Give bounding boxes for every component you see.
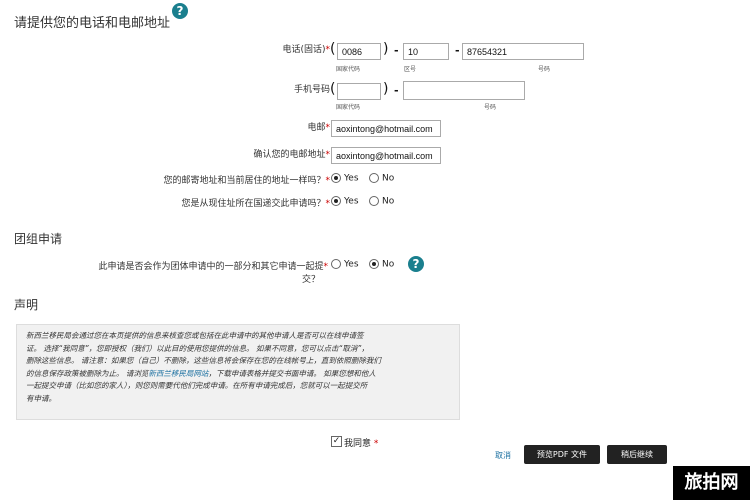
phone-number-input[interactable] bbox=[462, 43, 584, 60]
sub-area-code: 区号 bbox=[404, 66, 417, 73]
declaration-line: 一起提交申请（比如您的家人），则您则需要代他们完成申请。在所有申请完成后，您就可… bbox=[26, 381, 368, 390]
declaration-line: 删除这些信息。 请注意：如果您（自己）不删除，这些信息将会保存在您的在线帐号上，… bbox=[26, 356, 381, 365]
area-code-input[interactable] bbox=[403, 43, 449, 60]
group-help-icon[interactable]: ? bbox=[408, 256, 424, 272]
group-question-line2: 交？ bbox=[302, 275, 321, 285]
phone-label: 电话(固话)* bbox=[282, 45, 330, 55]
radio-icon bbox=[369, 196, 379, 206]
radio-icon bbox=[369, 173, 379, 183]
open-paren: ( bbox=[330, 41, 336, 57]
declaration-line: 的信息保存政策被删除为止。 请浏览新西兰移民局网站，下载申请表格并提交书面申请。… bbox=[26, 368, 376, 378]
radio-selected-icon bbox=[331, 173, 341, 183]
cancel-link[interactable]: 取消 bbox=[495, 450, 511, 461]
declaration-line: 有申请。 bbox=[26, 393, 56, 403]
mobile-sub-country: 国家代码 bbox=[336, 104, 361, 111]
confirm-email-label: 确认您的电邮地址* bbox=[253, 150, 330, 160]
group-section-title: 团组申请 bbox=[14, 232, 63, 246]
close-paren: ) bbox=[383, 41, 389, 57]
agree-label: 我同意 * bbox=[344, 439, 379, 449]
sub-country-code: 国家代码 bbox=[336, 66, 361, 73]
group-question-line1: 此申请是否会作为团体申请中的一部分和其它申请一起提* bbox=[98, 262, 328, 272]
page-title: 请提供您的电话和电邮地址 bbox=[14, 16, 171, 31]
save-continue-button[interactable]: 稍后继续 bbox=[607, 445, 667, 464]
sub-number: 号码 bbox=[538, 66, 551, 73]
residence-no[interactable]: No bbox=[369, 196, 394, 207]
group-yes[interactable]: Yes bbox=[331, 259, 359, 270]
declaration-line: 新西兰移民局会通过您在本页提供的信息来核查您或包括在此申请中的其他申请人是否可以… bbox=[26, 331, 364, 340]
residence-yes[interactable]: Yes bbox=[331, 196, 359, 207]
declaration-title: 声明 bbox=[14, 298, 39, 312]
same-address-yes[interactable]: Yes bbox=[331, 173, 359, 184]
mobile-sub-number: 号码 bbox=[484, 104, 497, 111]
radio-selected-icon bbox=[331, 196, 341, 206]
declaration-box: 新西兰移民局会通过您在本页提供的信息来核查您或包括在此申请中的其他申请人是否可以… bbox=[16, 324, 460, 420]
declaration-line: 证。 选择“我同意”，您即授权（我们）以此目的使用您提供的信息。 如果不同意，您… bbox=[26, 343, 369, 353]
agree-checkbox[interactable]: ✓ bbox=[331, 436, 342, 447]
mobile-number-input[interactable] bbox=[403, 81, 525, 100]
dash-2: - bbox=[455, 44, 460, 57]
residence-label: 您是从现住址所在国递交此申请吗？* bbox=[181, 199, 330, 209]
email-input[interactable] bbox=[331, 120, 441, 137]
radio-selected-icon bbox=[369, 259, 379, 269]
mobile-open-paren: ( bbox=[330, 81, 336, 97]
immigration-site-link[interactable]: 新西兰移民局网站 bbox=[148, 369, 208, 378]
mobile-country-code-input[interactable] bbox=[337, 83, 381, 100]
confirm-email-input[interactable] bbox=[331, 147, 441, 164]
group-no[interactable]: No bbox=[369, 259, 394, 270]
corner-watermark: 旅拍网 bbox=[673, 466, 750, 500]
mobile-label: 手机号码 bbox=[293, 85, 330, 95]
preview-pdf-button[interactable]: 预览PDF 文件 bbox=[524, 445, 600, 464]
dash-1: - bbox=[394, 44, 399, 57]
same-address-no[interactable]: No bbox=[369, 173, 394, 184]
mobile-close-paren: ) bbox=[383, 81, 389, 97]
mobile-dash: - bbox=[394, 84, 399, 97]
email-label: 电邮* bbox=[307, 123, 330, 133]
radio-icon bbox=[331, 259, 341, 269]
country-code-input[interactable] bbox=[337, 43, 381, 60]
help-icon[interactable]: ? bbox=[172, 3, 188, 19]
same-address-label: 您的邮寄地址和当前居住的地址一样吗？* bbox=[163, 176, 330, 186]
declaration-text: 新西兰移民局会通过您在本页提供的信息来核查您或包括在此申请中的其他申请人是否可以… bbox=[26, 330, 456, 405]
